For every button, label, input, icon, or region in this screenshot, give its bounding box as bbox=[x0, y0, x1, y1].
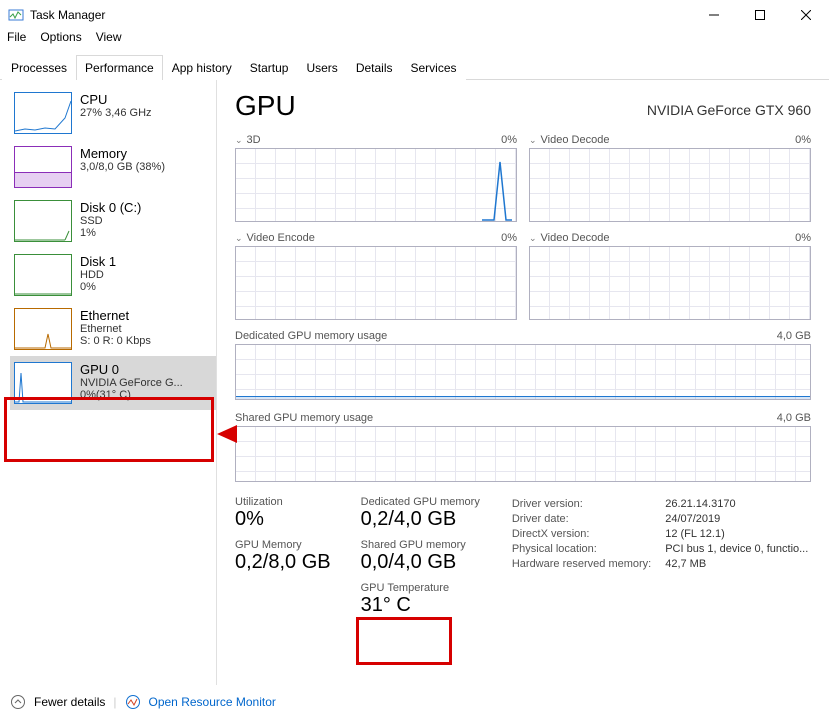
smem-val: 0,0/4,0 GB bbox=[361, 551, 480, 574]
sidebar-eth-line2: Ethernet bbox=[80, 323, 151, 335]
title-bar: Task Manager bbox=[0, 0, 829, 30]
sidebar-mem-title: Memory bbox=[80, 146, 165, 161]
sidebar-cpu-title: CPU bbox=[80, 92, 152, 107]
tab-processes[interactable]: Processes bbox=[2, 55, 76, 80]
graph-video-decode-1 bbox=[529, 148, 811, 222]
sidebar-disk1-title: Disk 1 bbox=[80, 254, 116, 269]
util-label: Utilization bbox=[235, 496, 331, 508]
graph-shmem-label: Shared GPU memory usage bbox=[235, 412, 373, 424]
menu-view[interactable]: View bbox=[96, 30, 122, 50]
sidebar-cpu-line2: 27% 3,46 GHz bbox=[80, 107, 152, 119]
chevron-down-icon[interactable]: ⌄ bbox=[235, 135, 243, 146]
close-button[interactable] bbox=[783, 0, 829, 30]
chevron-down-icon[interactable]: ⌄ bbox=[529, 135, 537, 146]
resource-monitor-icon bbox=[125, 694, 141, 710]
collapse-icon[interactable] bbox=[10, 694, 26, 710]
chevron-down-icon[interactable]: ⌄ bbox=[529, 233, 537, 244]
menu-file[interactable]: File bbox=[7, 30, 26, 50]
sidebar-gpu0-title: GPU 0 bbox=[80, 362, 183, 377]
graph-dedmem-label: Dedicated GPU memory usage bbox=[235, 330, 387, 342]
tab-strip: Processes Performance App history Startu… bbox=[0, 54, 829, 80]
menu-options[interactable]: Options bbox=[40, 30, 81, 50]
sidebar-eth-title: Ethernet bbox=[80, 308, 151, 323]
sidebar-disk0-title: Disk 0 (C:) bbox=[80, 200, 141, 215]
thumb-gpu0 bbox=[14, 362, 72, 404]
graph-dedicated-memory bbox=[235, 344, 811, 400]
open-resource-monitor-link[interactable]: Open Resource Monitor bbox=[149, 695, 276, 709]
tab-services[interactable]: Services bbox=[402, 55, 466, 80]
sidebar-mem-line2: 3,0/8,0 GB (38%) bbox=[80, 161, 165, 173]
minimize-button[interactable] bbox=[691, 0, 737, 30]
menu-bar: File Options View bbox=[0, 30, 829, 50]
footer: Fewer details | Open Resource Monitor bbox=[10, 694, 276, 710]
sidebar-gpu0-line2: NVIDIA GeForce G... bbox=[80, 377, 183, 389]
thumb-ethernet bbox=[14, 308, 72, 350]
graph-3d-val: 0% bbox=[501, 134, 517, 146]
detail-title: GPU bbox=[235, 90, 296, 122]
sidebar-item-gpu0[interactable]: GPU 0 NVIDIA GeForce G... 0%(31° C) bbox=[10, 356, 216, 410]
graph-venc-val: 0% bbox=[501, 232, 517, 244]
graph-vdec2-val: 0% bbox=[795, 232, 811, 244]
tab-performance[interactable]: Performance bbox=[76, 55, 163, 80]
graph-vdec1-val: 0% bbox=[795, 134, 811, 146]
smem-label: Shared GPU memory bbox=[361, 539, 480, 551]
graph-3d-label[interactable]: 3D bbox=[247, 134, 261, 146]
sidebar-disk1-line2: HDD bbox=[80, 269, 116, 281]
detail-subtitle: NVIDIA GeForce GTX 960 bbox=[647, 102, 811, 118]
tab-users[interactable]: Users bbox=[297, 55, 346, 80]
window-title: Task Manager bbox=[30, 8, 691, 22]
dmem-val: 0,2/4,0 GB bbox=[361, 508, 480, 531]
dmem-label: Dedicated GPU memory bbox=[361, 496, 480, 508]
sidebar-disk1-line3: 0% bbox=[80, 281, 116, 293]
gmem-label: GPU Memory bbox=[235, 539, 331, 551]
maximize-button[interactable] bbox=[737, 0, 783, 30]
sidebar-disk0-line3: 1% bbox=[80, 227, 141, 239]
thumb-disk0 bbox=[14, 200, 72, 242]
graph-shmem-val: 4,0 GB bbox=[777, 412, 811, 424]
util-val: 0% bbox=[235, 508, 331, 531]
graph-shared-memory bbox=[235, 426, 811, 482]
tab-app-history[interactable]: App history bbox=[163, 55, 241, 80]
sidebar-eth-line3: S: 0 R: 0 Kbps bbox=[80, 335, 151, 347]
graph-dedmem-val: 4,0 GB bbox=[777, 330, 811, 342]
sidebar-item-disk0[interactable]: Disk 0 (C:) SSD 1% bbox=[10, 194, 216, 248]
temp-label: GPU Temperature bbox=[361, 582, 480, 594]
graph-venc-label[interactable]: Video Encode bbox=[247, 232, 315, 244]
graph-video-encode bbox=[235, 246, 517, 320]
sidebar-item-disk1[interactable]: Disk 1 HDD 0% bbox=[10, 248, 216, 302]
thumb-disk1 bbox=[14, 254, 72, 296]
temp-val: 31° C bbox=[361, 594, 480, 617]
sidebar-gpu0-line3: 0%(31° C) bbox=[80, 389, 183, 401]
main-area: CPU 27% 3,46 GHz Memory 3,0/8,0 GB (38%)… bbox=[0, 80, 829, 685]
thumb-memory bbox=[14, 146, 72, 188]
sidebar-disk0-line2: SSD bbox=[80, 215, 141, 227]
chevron-down-icon[interactable]: ⌄ bbox=[235, 233, 243, 244]
tab-details[interactable]: Details bbox=[347, 55, 402, 80]
sidebar-item-memory[interactable]: Memory 3,0/8,0 GB (38%) bbox=[10, 140, 216, 194]
tab-startup[interactable]: Startup bbox=[241, 55, 298, 80]
gpu-info-table: Driver version:26.21.14.3170 Driver date… bbox=[510, 496, 810, 573]
detail-pane: GPU NVIDIA GeForce GTX 960 ⌄ 3D 0% ⌄ Video … bbox=[216, 80, 829, 685]
separator: | bbox=[113, 695, 116, 709]
app-icon bbox=[8, 7, 24, 23]
fewer-details-link[interactable]: Fewer details bbox=[34, 695, 105, 709]
sidebar-item-cpu[interactable]: CPU 27% 3,46 GHz bbox=[10, 86, 216, 140]
sidebar-item-ethernet[interactable]: Ethernet Ethernet S: 0 R: 0 Kbps bbox=[10, 302, 216, 356]
sidebar: CPU 27% 3,46 GHz Memory 3,0/8,0 GB (38%)… bbox=[0, 80, 216, 685]
gmem-val: 0,2/8,0 GB bbox=[235, 551, 331, 574]
thumb-cpu bbox=[14, 92, 72, 134]
annotation-arrow-icon bbox=[217, 425, 237, 443]
graph-vdec2-label[interactable]: Video Decode bbox=[541, 232, 610, 244]
graph-video-decode-2 bbox=[529, 246, 811, 320]
graph-3d bbox=[235, 148, 517, 222]
graph-vdec1-label[interactable]: Video Decode bbox=[541, 134, 610, 146]
